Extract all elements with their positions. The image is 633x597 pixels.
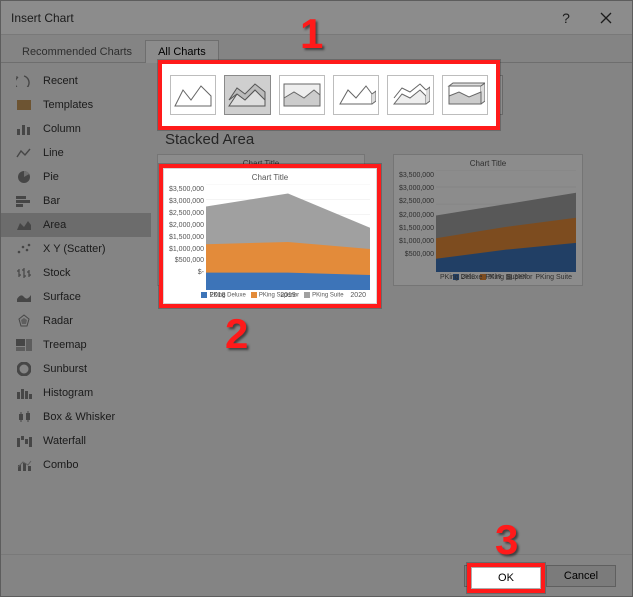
treemap-icon [15, 338, 33, 352]
stock-icon [15, 266, 33, 280]
dialog-body: Recent Templates Column Line Pie Bar Are… [1, 63, 632, 554]
sidebar-item-area[interactable]: Area [1, 213, 151, 237]
main-panel: Stacked Area Chart Title $3,500,000$3,00… [151, 63, 632, 554]
radar-icon [15, 314, 33, 328]
sidebar-item-sunburst[interactable]: Sunburst [1, 357, 151, 381]
templates-icon [15, 98, 33, 112]
sidebar-item-label: Histogram [43, 387, 93, 399]
surface-icon [15, 290, 33, 304]
help-button[interactable]: ? [546, 4, 586, 32]
sidebar-item-surface[interactable]: Surface [1, 285, 151, 309]
close-icon [600, 12, 612, 24]
sidebar-item-label: Column [43, 123, 81, 135]
sidebar-item-line[interactable]: Line [1, 141, 151, 165]
recent-icon [15, 74, 33, 88]
tab-all-charts[interactable]: All Charts [145, 40, 219, 63]
combo-icon [15, 458, 33, 472]
sidebar-item-label: Sunburst [43, 363, 87, 375]
sidebar-item-label: Line [43, 147, 64, 159]
preview-plotarea: PKing DeluxePKing SuperiorPKing Suite [436, 170, 576, 272]
cancel-button[interactable]: Cancel [546, 565, 616, 587]
sidebar-item-radar[interactable]: Radar [1, 309, 151, 333]
sidebar-item-treemap[interactable]: Treemap [1, 333, 151, 357]
close-button[interactable] [586, 4, 626, 32]
pie-icon [15, 170, 33, 184]
subtype-title: Stacked Area [165, 131, 614, 148]
sidebar-item-label: Waterfall [43, 435, 86, 447]
tab-bar: Recommended Charts All Charts [1, 35, 632, 63]
sunburst-icon [15, 362, 33, 376]
bar-icon [15, 194, 33, 208]
sidebar-item-label: Templates [43, 99, 93, 111]
sidebar-item-label: Treemap [43, 339, 87, 351]
sidebar-item-box-whisker[interactable]: Box & Whisker [1, 405, 151, 429]
sidebar-item-combo[interactable]: Combo [1, 453, 151, 477]
waterfall-icon [15, 434, 33, 448]
cutout-preview: Chart Title $3,500,000$3,000,000$2,500,0… [163, 168, 377, 304]
scatter-icon [15, 242, 33, 256]
preview-xaxis: PKing DeluxePKing SuperiorPKing Suite [436, 274, 576, 281]
cutout-subtypes [162, 64, 496, 126]
area-icon [15, 218, 33, 232]
box-whisker-icon [15, 410, 33, 424]
sidebar-item-label: Stock [43, 267, 71, 279]
sidebar-item-label: Pie [43, 171, 59, 183]
sidebar-item-label: X Y (Scatter) [43, 243, 106, 255]
tab-recommended-charts[interactable]: Recommended Charts [9, 40, 145, 63]
sidebar-item-label: Radar [43, 315, 73, 327]
sidebar-item-label: Bar [43, 195, 60, 207]
sidebar-item-label: Area [43, 219, 66, 231]
line-icon [15, 146, 33, 160]
chart-preview-2[interactable]: Chart Title $3,500,000$3,000,000$2,500,0… [393, 154, 583, 286]
sidebar-item-column[interactable]: Column [1, 117, 151, 141]
sidebar-item-waterfall[interactable]: Waterfall [1, 429, 151, 453]
sidebar-item-histogram[interactable]: Histogram [1, 381, 151, 405]
sidebar-item-recent[interactable]: Recent [1, 69, 151, 93]
sidebar-item-label: Surface [43, 291, 81, 303]
sidebar-item-templates[interactable]: Templates [1, 93, 151, 117]
preview-title: Chart Title [164, 159, 358, 168]
sidebar-item-pie[interactable]: Pie [1, 165, 151, 189]
preview-yaxis: $3,500,000$3,000,000$2,500,000$2,000,000… [400, 170, 436, 272]
titlebar: Insert Chart ? [1, 1, 632, 35]
sidebar-item-scatter[interactable]: X Y (Scatter) [1, 237, 151, 261]
chart-type-sidebar: Recent Templates Column Line Pie Bar Are… [1, 63, 151, 554]
histogram-icon [15, 386, 33, 400]
sidebar-item-stock[interactable]: Stock [1, 261, 151, 285]
cutout-ok: OK [471, 567, 541, 589]
sidebar-item-label: Box & Whisker [43, 411, 115, 423]
preview-title: Chart Title [400, 159, 576, 168]
sidebar-item-label: Recent [43, 75, 78, 87]
sidebar-item-label: Combo [43, 459, 78, 471]
sidebar-item-bar[interactable]: Bar [1, 189, 151, 213]
dialog-title: Insert Chart [11, 11, 546, 25]
column-icon [15, 122, 33, 136]
